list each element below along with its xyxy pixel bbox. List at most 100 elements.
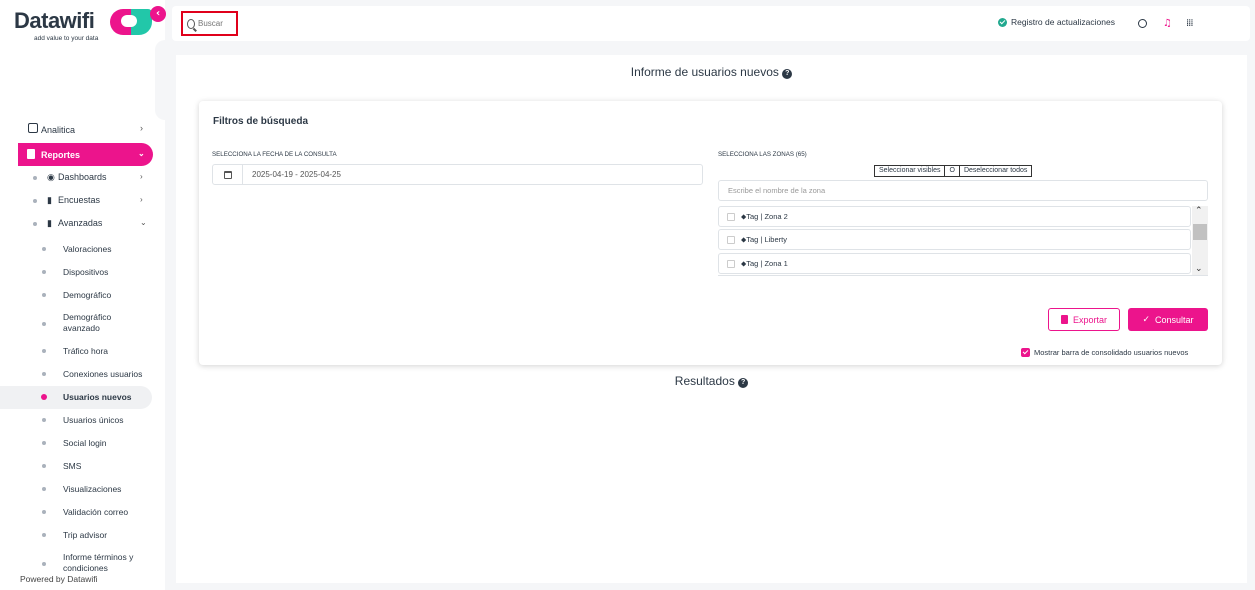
sidebar-item-sms[interactable]: SMS — [0, 455, 160, 478]
consult-label: Consultar — [1155, 314, 1194, 325]
sidebar-item-social-login[interactable]: Social login — [0, 432, 160, 455]
sidebar-item-dashboards[interactable]: ◉ Dashboards › — [0, 166, 160, 189]
help-icon[interactable]: ? — [738, 378, 749, 388]
list-item[interactable]: ⬥ Tag | Zona 2 — [718, 206, 1191, 227]
zone-list: ⬥ Tag | Zona 2 ⬥ Tag | Liberty ⬥ Tag | Z… — [718, 206, 1208, 276]
document-icon — [1060, 315, 1068, 324]
sidebar-item-validacion-correo[interactable]: Validación correo — [0, 501, 160, 524]
powered-by: Powered by Datawifi — [20, 574, 160, 584]
zone-checkbox[interactable] — [727, 235, 735, 244]
export-button[interactable]: Exportar — [1048, 308, 1120, 331]
sidebar-item-label: Informe términos y condiciones — [63, 552, 134, 573]
sidebar-item-valoraciones[interactable]: Valoraciones — [0, 238, 160, 261]
sidebar-item-trip-advisor[interactable]: Trip advisor — [0, 524, 160, 547]
search-input[interactable] — [198, 19, 236, 28]
sidebar-item-label: Dashboards — [58, 172, 107, 182]
document-icon — [27, 149, 35, 159]
sidebar-item-label: Trip advisor — [63, 530, 108, 540]
zone-checkbox[interactable] — [727, 212, 735, 221]
sidebar-item-avanzadas[interactable]: ▮ Avanzadas ⌄ — [0, 212, 160, 235]
bullet-icon — [42, 270, 46, 274]
search-icon — [187, 18, 195, 29]
zone-checkbox[interactable] — [727, 259, 735, 268]
sidebar-item-usuarios-nuevos[interactable]: Usuarios nuevos — [0, 386, 152, 409]
filters-card: Filtros de búsqueda SELECCIONA LA FECHA … — [199, 101, 1222, 365]
brand-mark-icon — [110, 9, 152, 35]
filters-title: Filtros de búsqueda — [213, 116, 309, 127]
bullet-icon — [42, 464, 46, 468]
sidebar-item-label: Validación correo — [63, 507, 129, 517]
bullet-icon — [42, 487, 46, 491]
select-visible-button[interactable]: Seleccionar visibles — [875, 166, 946, 176]
sidebar-item-label: Encuestas — [58, 195, 101, 205]
search-box[interactable] — [181, 11, 238, 36]
sidebar-item-analitica[interactable]: Analitica › — [0, 118, 160, 141]
page-title-text: Informe de usuarios nuevos — [630, 65, 779, 79]
results-title: Resultados ? — [176, 374, 1247, 388]
sidebar-item-dispositivos[interactable]: Dispositivos — [0, 261, 160, 284]
apps-grid-icon[interactable]: ⁞⁞⁞ — [1186, 18, 1193, 29]
bell-icon[interactable]: ♫ — [1163, 18, 1172, 29]
consolidated-toggle[interactable]: Mostrar barra de consolidado usuarios nu… — [1021, 348, 1188, 357]
sidebar-item-label: SMS — [63, 461, 82, 471]
bullet-icon — [42, 293, 46, 297]
brand-logo[interactable]: Datawifi add value to your data — [14, 8, 154, 48]
sidebar: Datawifi add value to your data ‹ Analit… — [0, 0, 166, 590]
chevron-right-icon: › — [140, 195, 143, 204]
list-item[interactable]: ⬥ Tag | Liberty — [718, 229, 1191, 250]
check-icon: ✓ — [1142, 314, 1150, 324]
zone-search-input[interactable]: Escribe el nombre de la zona — [718, 180, 1208, 201]
consult-button[interactable]: ✓ Consultar — [1128, 308, 1208, 331]
date-range-value: 2025-04-19 - 2025-04-25 — [252, 170, 341, 179]
updates-link[interactable]: Registro de actualizaciones — [998, 17, 1115, 27]
bullet-icon — [33, 222, 37, 226]
bullet-icon — [42, 562, 46, 566]
sidebar-item-demografico-avanzado[interactable]: Demográfico avanzado — [0, 307, 160, 340]
chart-icon — [28, 123, 38, 133]
sidebar-item-usuarios-unicos[interactable]: Usuarios únicos — [0, 409, 160, 432]
bullet-icon — [42, 533, 46, 537]
calendar-button[interactable] — [213, 165, 243, 184]
scroll-thumb[interactable] — [1193, 224, 1207, 240]
sidebar-item-label: Avanzadas — [58, 218, 103, 228]
help-icon[interactable]: ? — [782, 69, 793, 79]
bullet-icon — [42, 247, 46, 251]
sidebar-item-trafico-hora[interactable]: Tráfico hora — [0, 340, 160, 363]
bullet-icon — [42, 372, 46, 376]
deselect-all-button[interactable]: Deseleccionar todos — [960, 166, 1031, 176]
bars-icon: ▮ — [47, 218, 52, 228]
date-field-label: SELECCIONA LA FECHA DE LA CONSULTA — [212, 151, 337, 158]
sidebar-item-demografico[interactable]: Demográfico — [0, 284, 160, 307]
chevron-left-icon[interactable]: ‹ — [150, 6, 166, 22]
page-title: Informe de usuarios nuevos ? — [176, 65, 1247, 79]
chevron-up-icon[interactable]: ⌃ — [1195, 206, 1203, 216]
globe-icon[interactable] — [1138, 19, 1147, 28]
clipboard-icon: ▮ — [47, 195, 52, 205]
chevron-down-icon: ⌄ — [140, 218, 147, 227]
bullet-icon — [33, 176, 37, 180]
sidebar-item-label: Visualizaciones — [63, 484, 122, 494]
export-label: Exportar — [1072, 314, 1107, 325]
bullet-icon — [41, 394, 47, 400]
selection-separator: O — [945, 166, 960, 176]
zone-label: Tag | Zona 1 — [746, 259, 788, 268]
bullet-icon — [42, 441, 46, 445]
consolidated-checkbox[interactable] — [1021, 348, 1030, 357]
sidebar-item-reportes[interactable]: Reportes ⌄ — [18, 143, 153, 166]
sidebar-item-conexiones-usuarios[interactable]: Conexiones usuarios — [0, 363, 160, 386]
sidebar-item-visualizaciones[interactable]: Visualizaciones — [0, 478, 160, 501]
zone-label: Tag | Liberty — [746, 235, 787, 244]
chevron-down-icon[interactable]: ⌄ — [1195, 264, 1203, 274]
brand-tagline: add value to your data — [34, 35, 99, 42]
zone-list-scrollbar[interactable]: ⌃ ⌄ — [1192, 206, 1208, 275]
chevron-right-icon: › — [140, 172, 143, 181]
chevron-right-icon: › — [140, 123, 143, 133]
zones-field-label: SELECCIONA LAS ZONAS (65) — [718, 151, 807, 158]
sidebar-item-label: Conexiones usuarios — [63, 369, 143, 379]
date-range-field[interactable]: 2025-04-19 - 2025-04-25 — [212, 164, 703, 185]
consolidated-label: Mostrar barra de consolidado usuarios nu… — [1034, 348, 1189, 357]
bullet-icon — [42, 510, 46, 514]
sidebar-item-encuestas[interactable]: ▮ Encuestas › — [0, 189, 160, 212]
list-item[interactable]: ⬥ Tag | Zona 1 — [718, 253, 1191, 274]
sidebar-notch — [155, 40, 167, 120]
